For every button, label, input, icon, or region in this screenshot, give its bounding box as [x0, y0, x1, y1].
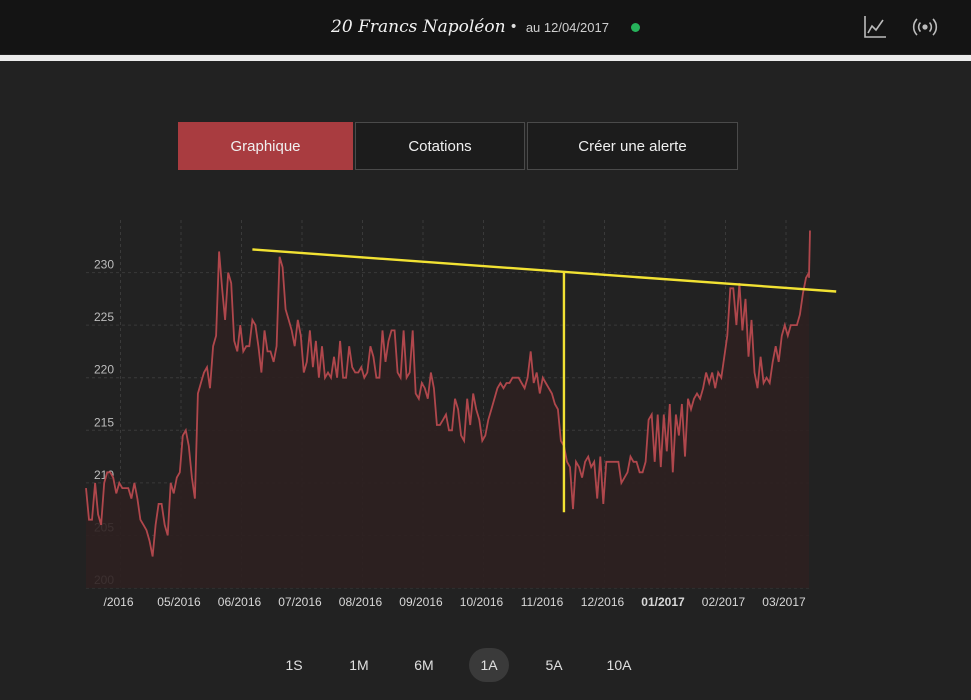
tab-creer-alerte[interactable]: Créer une alerte	[527, 122, 738, 170]
broadcast-icon[interactable]	[912, 14, 938, 40]
x-tick-label: 11/2016	[521, 595, 564, 609]
x-tick-label: 12/2016	[581, 595, 625, 609]
product-title: 20 Francs Napoléon	[331, 17, 506, 37]
x-tick-label: 02/2017	[702, 595, 746, 609]
range-10a[interactable]: 10A	[599, 648, 639, 682]
x-tick-label: 10/2016	[460, 595, 504, 609]
price-spike	[808, 230, 811, 278]
price-chart[interactable]: 200205210215220225230/201605/201606/2016…	[0, 190, 971, 620]
x-tick-label: 09/2016	[399, 595, 443, 609]
range-1s[interactable]: 1S	[274, 648, 314, 682]
range-1a[interactable]: 1A	[469, 648, 509, 682]
x-tick-label: 05/2016	[157, 595, 201, 609]
x-tick-label: 07/2016	[278, 595, 322, 609]
top-bar: 20 Francs Napoléon • au 12/04/2017	[0, 0, 971, 54]
range-6m[interactable]: 6M	[404, 648, 444, 682]
header-divider	[0, 55, 971, 61]
tab-graphique[interactable]: Graphique	[178, 122, 353, 170]
time-range-selector: 1S 1M 6M 1A 5A 10A	[274, 648, 664, 682]
quote-date: au 12/04/2017	[525, 19, 609, 35]
title-separator: •	[509, 19, 518, 35]
range-1m[interactable]: 1M	[339, 648, 379, 682]
y-tick-label: 230	[94, 258, 114, 272]
resistance-trendline	[252, 248, 837, 293]
tab-cotations[interactable]: Cotations	[355, 122, 525, 170]
x-tick-label: 06/2016	[218, 595, 262, 609]
live-status-dot	[630, 22, 640, 32]
x-tick-label: 03/2017	[762, 595, 806, 609]
x-tick-label: 08/2016	[339, 595, 383, 609]
x-tick-label: 01/2017	[641, 595, 685, 609]
title-group: 20 Francs Napoléon • au 12/04/2017	[0, 0, 971, 54]
view-tabs: Graphique Cotations Créer une alerte	[178, 122, 740, 170]
chart-line-icon[interactable]	[862, 14, 888, 40]
y-tick-label: 225	[94, 310, 114, 324]
y-tick-label: 215	[94, 415, 114, 429]
x-tick-label: /2016	[103, 595, 133, 609]
range-5a[interactable]: 5A	[534, 648, 574, 682]
y-tick-label: 220	[94, 363, 114, 377]
